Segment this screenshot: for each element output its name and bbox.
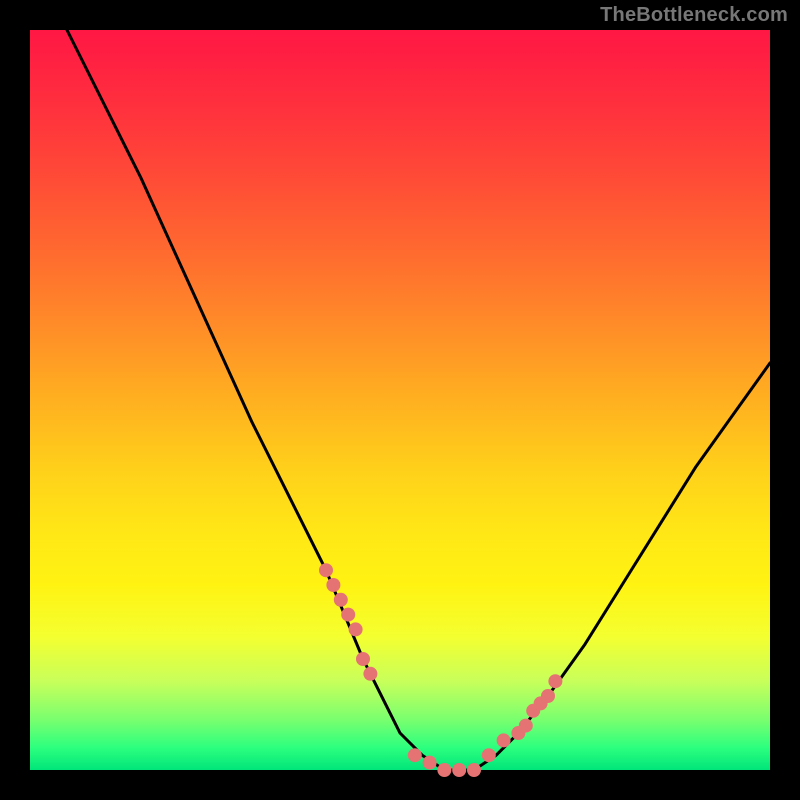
marker-dot (319, 563, 333, 577)
marker-dot (467, 763, 481, 777)
marker-dot (519, 719, 533, 733)
marker-dot (548, 674, 562, 688)
marker-dot (326, 578, 340, 592)
marker-dot (363, 667, 377, 681)
marker-dot (334, 593, 348, 607)
marker-dot (356, 652, 370, 666)
plot-area (30, 30, 770, 770)
chart-frame: TheBottleneck.com (0, 0, 800, 800)
watermark-text: TheBottleneck.com (600, 4, 788, 27)
marker-dot (423, 756, 437, 770)
marker-dot (408, 748, 422, 762)
highlight-markers (319, 563, 562, 777)
marker-dot (437, 763, 451, 777)
bottleneck-curve (67, 30, 770, 770)
marker-dot (452, 763, 466, 777)
marker-dot (482, 748, 496, 762)
marker-dot (341, 608, 355, 622)
marker-dot (541, 689, 555, 703)
marker-dot (497, 733, 511, 747)
curve-svg (30, 30, 770, 770)
marker-dot (349, 622, 363, 636)
